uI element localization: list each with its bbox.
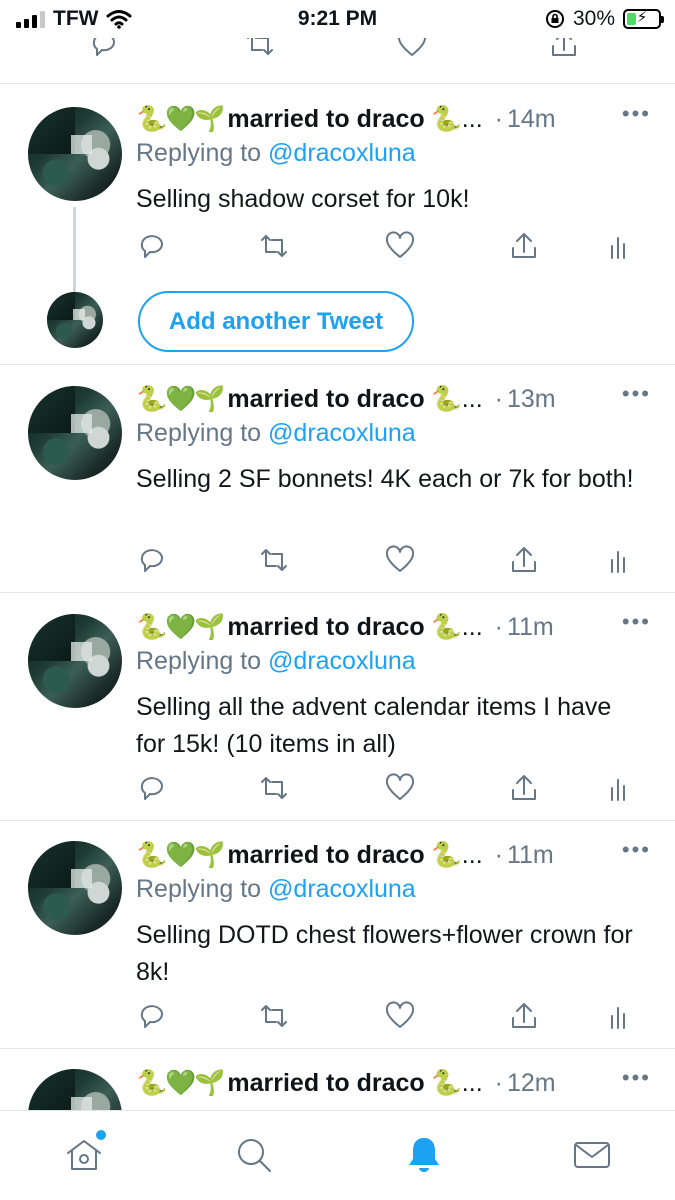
tweet-text: Selling 2 SF bonnets! 4K each or 7k for … bbox=[136, 465, 634, 493]
like-icon[interactable] bbox=[384, 230, 416, 262]
share-icon[interactable] bbox=[508, 772, 540, 804]
share-icon[interactable] bbox=[508, 230, 540, 262]
more-options-icon[interactable]: ••• bbox=[622, 609, 651, 635]
analytics-icon[interactable] bbox=[604, 1000, 636, 1032]
tweet-time[interactable]: 11m bbox=[507, 841, 554, 870]
messages-icon[interactable] bbox=[570, 1133, 614, 1177]
more-options-icon[interactable]: ••• bbox=[622, 381, 651, 407]
new-content-dot bbox=[96, 1130, 106, 1140]
display-name[interactable]: married to draco bbox=[227, 385, 424, 414]
name-trail: 🐍... bbox=[430, 612, 483, 641]
reply-icon[interactable] bbox=[136, 772, 168, 804]
like-icon[interactable] bbox=[384, 772, 416, 804]
analytics-icon[interactable] bbox=[604, 230, 636, 262]
analytics-icon[interactable] bbox=[604, 544, 636, 576]
status-bar: TFW 9:21 PM 30% ⚡ bbox=[0, 0, 675, 38]
analytics-icon[interactable] bbox=[604, 772, 636, 804]
tweet-actions bbox=[136, 544, 656, 580]
reply-prefix: Replying to bbox=[136, 139, 262, 167]
reply-prefix: Replying to bbox=[136, 419, 262, 447]
tweet-item[interactable]: 🐍💚🌱 married to draco 🐍... · 11m ••• Repl… bbox=[0, 593, 675, 821]
separator-dot: · bbox=[494, 104, 503, 133]
separator-dot: · bbox=[494, 840, 503, 869]
tweet-header: 🐍💚🌱 married to draco 🐍... · 12m ••• bbox=[136, 1065, 653, 1101]
tweet-text: Selling shadow corset for 10k! bbox=[136, 185, 470, 213]
avatar[interactable] bbox=[28, 841, 122, 935]
reply-handle[interactable]: @dracoxluna bbox=[268, 139, 416, 167]
name-emojis: 🐍💚🌱 bbox=[136, 1068, 225, 1097]
more-options-icon[interactable]: ••• bbox=[622, 101, 651, 127]
name-emojis: 🐍💚🌱 bbox=[136, 840, 225, 869]
bottom-tab-bar bbox=[0, 1110, 675, 1200]
tweet-header: 🐍💚🌱 married to draco 🐍... · 14m ••• bbox=[136, 101, 653, 137]
reply-context: Replying to @dracoxluna bbox=[136, 419, 416, 448]
like-icon[interactable] bbox=[384, 544, 416, 576]
display-name[interactable]: married to draco bbox=[227, 841, 424, 870]
tweet-item[interactable]: 🐍💚🌱 married to draco 🐍... · 11m ••• Repl… bbox=[0, 821, 675, 1049]
avatar[interactable] bbox=[28, 614, 122, 708]
tweet-text: Selling DOTD chest flowers+flower crown … bbox=[136, 921, 633, 986]
reply-icon[interactable] bbox=[136, 230, 168, 262]
thread-line bbox=[73, 207, 76, 293]
add-another-tweet-button[interactable]: Add another Tweet bbox=[138, 291, 414, 352]
share-icon[interactable] bbox=[508, 544, 540, 576]
reply-prefix: Replying to bbox=[136, 647, 262, 675]
reply-context: Replying to @dracoxluna bbox=[136, 647, 416, 676]
charging-bolt-icon: ⚡ bbox=[636, 9, 648, 26]
name-emojis: 🐍💚🌱 bbox=[136, 104, 225, 133]
name-trail: 🐍... bbox=[430, 104, 483, 133]
battery-percent: 30% bbox=[572, 7, 615, 30]
reply-handle[interactable]: @dracoxluna bbox=[268, 419, 416, 447]
more-options-icon[interactable]: ••• bbox=[622, 837, 651, 863]
display-name[interactable]: married to draco bbox=[227, 105, 424, 134]
tweet-time[interactable]: 13m bbox=[507, 385, 556, 414]
notifications-icon[interactable] bbox=[402, 1133, 446, 1177]
search-icon[interactable] bbox=[232, 1133, 276, 1177]
tweet-time[interactable]: 12m bbox=[507, 1069, 556, 1098]
name-trail: 🐍... bbox=[430, 1068, 483, 1097]
tweet-time[interactable]: 14m bbox=[507, 105, 556, 134]
reply-prefix: Replying to bbox=[136, 875, 262, 903]
retweet-icon[interactable] bbox=[258, 1000, 290, 1032]
name-trail: 🐍... bbox=[430, 840, 483, 869]
share-icon[interactable] bbox=[508, 1000, 540, 1032]
reply-icon[interactable] bbox=[136, 544, 168, 576]
reply-context: Replying to @dracoxluna bbox=[136, 139, 416, 168]
name-emojis: 🐍💚🌱 bbox=[136, 384, 225, 413]
tweet-actions bbox=[136, 230, 656, 266]
tweet-actions bbox=[136, 772, 656, 808]
reply-icon[interactable] bbox=[136, 1000, 168, 1032]
display-name[interactable]: married to draco bbox=[227, 1069, 424, 1098]
orientation-lock-icon bbox=[545, 10, 564, 28]
retweet-icon[interactable] bbox=[258, 772, 290, 804]
retweet-icon[interactable] bbox=[258, 230, 290, 262]
like-icon[interactable] bbox=[384, 1000, 416, 1032]
reply-context: Replying to @dracoxluna bbox=[136, 875, 416, 904]
more-options-icon[interactable]: ••• bbox=[622, 1065, 651, 1091]
battery-icon: ⚡ bbox=[623, 9, 664, 29]
separator-dot: · bbox=[494, 612, 503, 641]
avatar[interactable] bbox=[28, 386, 122, 480]
tweet-header: 🐍💚🌱 married to draco 🐍... · 11m ••• bbox=[136, 837, 653, 873]
avatar[interactable] bbox=[28, 107, 122, 201]
reply-handle[interactable]: @dracoxluna bbox=[268, 875, 416, 903]
separator-dot: · bbox=[494, 384, 503, 413]
tweet-header: 🐍💚🌱 married to draco 🐍... · 11m ••• bbox=[136, 609, 653, 645]
status-right: 30% ⚡ bbox=[545, 7, 664, 31]
tweet-text: Selling all the advent calendar items I … bbox=[136, 693, 612, 758]
reply-handle[interactable]: @dracoxluna bbox=[268, 647, 416, 675]
tweet-actions bbox=[136, 1000, 656, 1036]
tweet-time[interactable]: 11m bbox=[507, 613, 554, 642]
tweet-item[interactable]: 🐍💚🌱 married to draco 🐍... · 13m ••• Repl… bbox=[0, 365, 675, 593]
home-icon[interactable] bbox=[62, 1130, 106, 1177]
tweet-header: 🐍💚🌱 married to draco 🐍... · 13m ••• bbox=[136, 381, 653, 417]
name-emojis: 🐍💚🌱 bbox=[136, 612, 225, 641]
separator-dot: · bbox=[494, 1068, 503, 1097]
name-trail: 🐍... bbox=[430, 384, 483, 413]
display-name[interactable]: married to draco bbox=[227, 613, 424, 642]
avatar[interactable] bbox=[47, 292, 103, 348]
retweet-icon[interactable] bbox=[258, 544, 290, 576]
